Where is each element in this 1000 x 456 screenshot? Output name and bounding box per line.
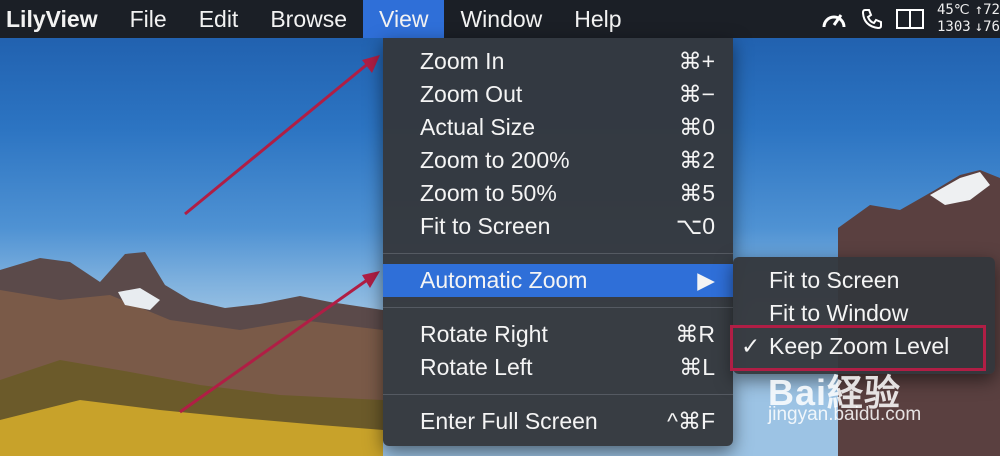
menu-item-shortcut: ^⌘F bbox=[667, 408, 715, 434]
menu-help[interactable]: Help bbox=[558, 0, 637, 38]
menu-item-shortcut: ⌘0 bbox=[679, 114, 715, 140]
network-readout: ↑72 ↓76 bbox=[975, 2, 1000, 36]
view-menu-dropdown: Zoom In ⌘+ Zoom Out ⌘− Actual Size ⌘0 Zo… bbox=[383, 38, 733, 446]
split-view-icon[interactable] bbox=[891, 0, 929, 38]
temperature-readout: 45℃ 1303 bbox=[937, 2, 971, 36]
menu-item-zoom-out[interactable]: Zoom Out ⌘− bbox=[383, 78, 733, 111]
submenu-arrow-icon: ▶ bbox=[697, 267, 715, 293]
menu-item-fit-to-screen[interactable]: Fit to Screen ⌥0 bbox=[383, 210, 733, 243]
menu-view[interactable]: View bbox=[363, 0, 445, 38]
menu-item-shortcut: ⌥0 bbox=[675, 213, 715, 239]
menu-item-label: Zoom In bbox=[420, 48, 505, 74]
status-area: 45℃ 1303 ↑72 ↓76 bbox=[815, 0, 1000, 38]
menu-browse[interactable]: Browse bbox=[254, 0, 363, 38]
menu-item-label: Enter Full Screen bbox=[420, 408, 598, 434]
menu-item-shortcut: ⌘2 bbox=[679, 147, 715, 173]
menu-separator bbox=[383, 394, 733, 395]
menu-edit[interactable]: Edit bbox=[183, 0, 255, 38]
menu-item-shortcut: ⌘5 bbox=[679, 180, 715, 206]
menu-file[interactable]: File bbox=[114, 0, 183, 38]
menu-window[interactable]: Window bbox=[444, 0, 558, 38]
menu-item-shortcut: ⌘+ bbox=[678, 48, 715, 74]
download-rate: ↓76 bbox=[974, 19, 1000, 35]
menu-item-rotate-right[interactable]: Rotate Right ⌘R bbox=[383, 318, 733, 351]
app-menu-lilyview[interactable]: LilyView bbox=[0, 0, 114, 38]
menu-separator bbox=[383, 307, 733, 308]
speedometer-icon[interactable] bbox=[815, 0, 853, 38]
watermark-url: jingyan.baidu.com bbox=[768, 404, 922, 425]
menu-item-label: Rotate Left bbox=[420, 354, 533, 380]
menu-item-label: Actual Size bbox=[420, 114, 536, 140]
submenu-item-label: Fit to Screen bbox=[769, 267, 900, 293]
menu-item-shortcut: ⌘R bbox=[675, 321, 715, 347]
menu-item-label: Zoom Out bbox=[420, 81, 523, 107]
menu-item-zoom-in[interactable]: Zoom In ⌘+ bbox=[383, 45, 733, 78]
menu-item-label: Zoom to 200% bbox=[420, 147, 570, 173]
menu-item-label: Fit to Screen bbox=[420, 213, 551, 239]
menu-item-rotate-left[interactable]: Rotate Left ⌘L bbox=[383, 351, 733, 384]
menu-bar: LilyView File Edit Browse View Window He… bbox=[0, 0, 1000, 38]
menu-item-label: Zoom to 50% bbox=[420, 180, 557, 206]
upload-rate: ↑72 bbox=[974, 2, 1000, 18]
fan-speed-value: 1303 bbox=[936, 19, 971, 35]
menu-item-zoom-50[interactable]: Zoom to 50% ⌘5 bbox=[383, 177, 733, 210]
menu-item-actual-size[interactable]: Actual Size ⌘0 bbox=[383, 111, 733, 144]
submenu-item-fit-to-screen[interactable]: Fit to Screen bbox=[733, 264, 995, 297]
temperature-value: 45℃ bbox=[936, 2, 970, 18]
menu-item-zoom-200[interactable]: Zoom to 200% ⌘2 bbox=[383, 144, 733, 177]
menu-item-automatic-zoom[interactable]: Automatic Zoom ▶ bbox=[383, 264, 733, 297]
menu-item-shortcut: ⌘L bbox=[679, 354, 715, 380]
menu-item-label: Rotate Right bbox=[420, 321, 548, 347]
menu-item-shortcut: ⌘− bbox=[678, 81, 715, 107]
phone-icon[interactable] bbox=[853, 0, 891, 38]
menu-item-label: Automatic Zoom bbox=[420, 267, 588, 293]
menu-item-enter-full-screen[interactable]: Enter Full Screen ^⌘F bbox=[383, 405, 733, 438]
menu-separator bbox=[383, 253, 733, 254]
